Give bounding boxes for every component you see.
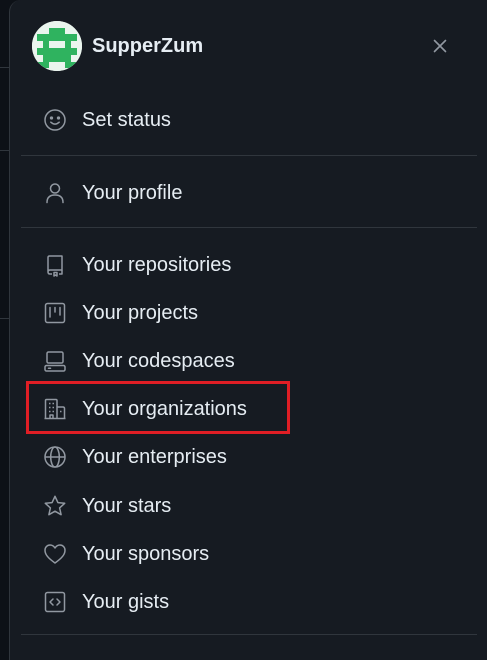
close-button[interactable] [425,31,455,61]
menu-item-set-status[interactable]: Set status [29,99,469,141]
menu-divider [21,634,477,635]
heart-icon [42,541,68,567]
user-menu-header: SupperZum [10,0,487,95]
menu-divider [21,227,477,228]
close-icon [432,38,448,54]
menu-item-your-gists[interactable]: Your gists [29,581,469,623]
menu-item-label: Your gists [82,590,170,613]
menu-item-label: Your codespaces [82,349,235,372]
menu-divider [21,155,477,156]
avatar[interactable] [32,21,82,71]
organization-icon [42,396,68,422]
menu-item-your-stars[interactable]: Your stars [29,485,469,527]
username: SupperZum [92,35,204,57]
menu-item-your-repositories[interactable]: Your repositories [29,244,469,286]
repo-icon [42,252,68,278]
menu-item-label: Your stars [82,494,172,517]
menu-item-label: Your profile [82,181,183,204]
menu-item-label: Your organizations [82,397,247,420]
menu-item-your-sponsors[interactable]: Your sponsors [29,533,469,575]
menu-item-your-projects[interactable]: Your projects [29,292,469,334]
menu-item-your-enterprises[interactable]: Your enterprises [29,436,469,478]
menu-item-label: Your projects [82,301,198,324]
project-icon [42,300,68,326]
menu-item-your-profile[interactable]: Your profile [29,172,469,214]
globe-icon [42,444,68,470]
menu-item-label: Your enterprises [82,445,227,468]
code-square-icon [42,589,68,615]
menu-item-your-organizations[interactable]: Your organizations [29,388,469,430]
smiley-icon [42,107,68,133]
star-icon [42,493,68,519]
user-menu-panel: SupperZum Set status Your profile Your r… [9,0,487,660]
person-icon [42,180,68,206]
menu-item-label: Set status [82,108,171,131]
menu-item-label: Your repositories [82,253,232,276]
codespaces-icon [42,348,68,374]
menu-item-your-codespaces[interactable]: Your codespaces [29,340,469,382]
menu-item-label: Your sponsors [82,542,210,565]
